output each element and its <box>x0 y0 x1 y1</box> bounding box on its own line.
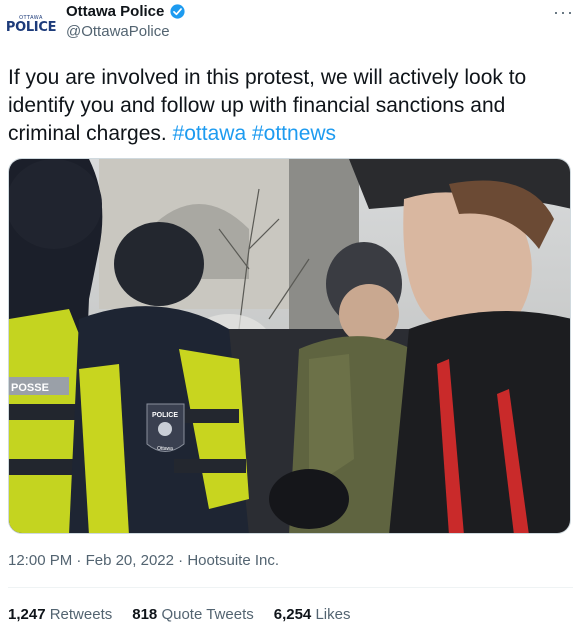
divider <box>8 587 573 588</box>
quote-tweets-count: 818 <box>132 606 158 623</box>
retweets-count: 1,247 <box>8 606 46 623</box>
tweet-source[interactable]: Hootsuite Inc. <box>187 552 279 569</box>
likes-stat[interactable]: 6,254 Likes <box>274 606 351 623</box>
tweet-media-photo[interactable]: POSSE POLICE Ottawa <box>8 158 571 534</box>
tweet-text: If you are involved in this protest, we … <box>8 64 568 148</box>
protest-photo: POSSE POLICE Ottawa <box>9 159 570 533</box>
retweets-label: Retweets <box>49 606 113 623</box>
retweets-stat[interactable]: 1,247 Retweets <box>8 606 112 623</box>
tweet-time[interactable]: 12:00 PM <box>8 552 72 569</box>
verified-badge-icon <box>170 4 185 19</box>
tweet-date[interactable]: Feb 20, 2022 <box>86 552 174 569</box>
meta-separator: · <box>178 552 184 569</box>
account-handle[interactable]: @OttawaPolice <box>66 23 170 40</box>
more-options-icon[interactable]: ··· <box>553 2 574 23</box>
hashtag-ottnews[interactable]: #ottnews <box>252 122 336 145</box>
account-name[interactable]: Ottawa Police <box>66 3 164 20</box>
likes-count: 6,254 <box>273 606 312 623</box>
avatar-logo-text: POLICE <box>5 19 57 35</box>
vest-text: POSSE <box>11 382 49 394</box>
badge-sub-text: Ottawa <box>157 446 173 452</box>
quote-tweets-label: Quote Tweets <box>161 606 254 623</box>
badge-text: POLICE <box>152 412 178 419</box>
name-row: Ottawa Police <box>66 3 186 20</box>
quote-tweets-stat[interactable]: 818 Quote Tweets <box>132 606 253 623</box>
avatar[interactable]: OTTAWA POLICE <box>5 9 57 39</box>
tweet-header: OTTAWA POLICE Ottawa Police @OttawaPolic… <box>0 0 588 52</box>
hashtag-ottawa[interactable]: #ottawa <box>173 122 247 145</box>
likes-label: Likes <box>315 606 351 623</box>
tweet-meta: 12:00 PM · Feb 20, 2022 · Hootsuite Inc. <box>8 552 279 569</box>
tweet-stats: 1,247 Retweets 818 Quote Tweets 6,254 Li… <box>8 606 350 623</box>
meta-separator: · <box>76 552 82 569</box>
